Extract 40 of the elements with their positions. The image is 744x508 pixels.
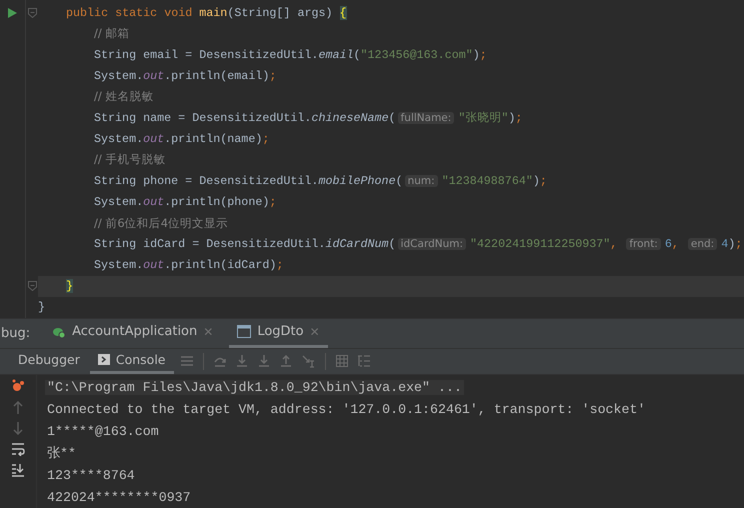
code-line: String idCard = DesensitizedUtil.idCardNum( idCardNum: "422024199112250937", front: 6, end: 4);	[94, 237, 742, 252]
list-icon[interactable]	[358, 355, 370, 368]
table-icon[interactable]	[336, 355, 348, 368]
cursor-arrow-icon[interactable]	[302, 354, 314, 368]
code-line: // 邮箱	[94, 26, 130, 42]
code-line: }	[38, 300, 46, 314]
code-line: String phone = DesensitizedUtil.mobilePhone( num: "12384988764");	[94, 174, 547, 188]
console-icon	[98, 354, 110, 366]
down-arrow-icon[interactable]	[13, 422, 23, 435]
code-line: // 前6位和后4位明文显示	[94, 216, 228, 231]
code-line: System.out.println(name);	[94, 132, 270, 146]
step-into-icon[interactable]	[258, 355, 270, 368]
code-line: System.out.println(idCard);	[94, 258, 284, 272]
step-over-icon[interactable]	[214, 355, 226, 368]
menu-icon[interactable]	[180, 356, 192, 366]
code-line: public static void main(String[] args) {	[66, 6, 347, 20]
code-line: String name = DesensitizedUtil.chineseName( fullName: "张晓明");	[94, 110, 522, 126]
console-output: 张**	[46, 445, 77, 462]
scroll-to-end-icon[interactable]	[11, 464, 25, 477]
fold-icon[interactable]	[28, 8, 36, 18]
step-out-icon[interactable]	[280, 355, 292, 368]
console-output: 422024********0937	[46, 490, 192, 504]
console-output: Connected to the target VM, address: '127.0.0.1:62461', transport: 'socket'	[46, 402, 646, 416]
view-tab[interactable]: Console	[90, 348, 174, 374]
panel-label: bug:	[1, 326, 30, 341]
fold-icon[interactable]	[28, 281, 36, 292]
run-icon[interactable]	[8, 8, 17, 18]
console-output: 1*****@163.com	[46, 424, 160, 438]
code-line: System.out.println(email);	[94, 68, 276, 83]
code-line: String email = DesensitizedUtil.email("123456@163.com");	[94, 48, 487, 62]
wrap-icon[interactable]	[11, 443, 25, 456]
console-output: 123****8764	[46, 468, 136, 482]
up-arrow-icon[interactable]	[13, 401, 23, 414]
debug-tab[interactable]: AccountApplication ✕	[44, 319, 222, 348]
code-line: // 姓名脱敏	[94, 89, 154, 104]
step-into-icon[interactable]	[236, 355, 248, 368]
code-line: // 手机号脱敏	[94, 152, 166, 168]
view-tab[interactable]: Debugger	[10, 348, 88, 374]
code-line: System.out.println(phone);	[94, 195, 276, 210]
window-icon	[237, 325, 252, 338]
